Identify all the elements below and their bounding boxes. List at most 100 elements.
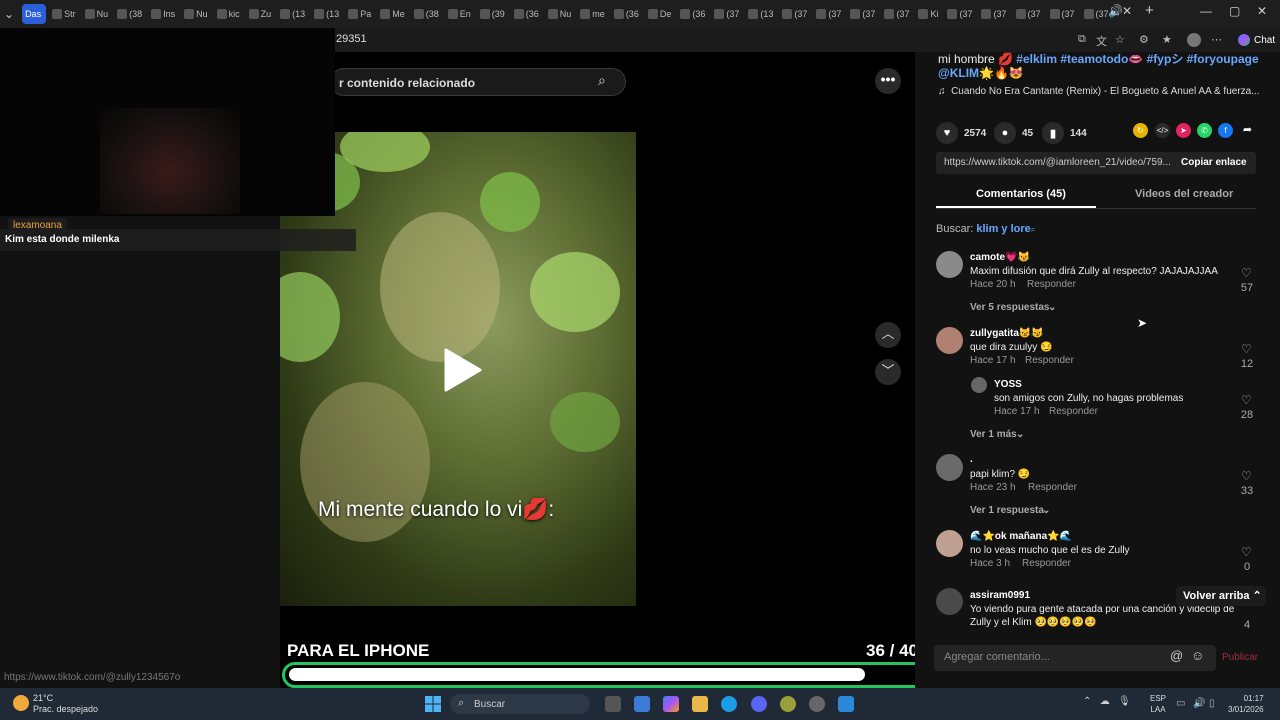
- weather-widget[interactable]: 21°C Prac. despejado: [33, 693, 98, 715]
- store-icon[interactable]: [634, 696, 650, 712]
- speaker-icon[interactable]: 🔊: [1108, 4, 1123, 18]
- browser-tab[interactable]: (13: [311, 4, 342, 24]
- browser-tab[interactable]: (37: [813, 4, 844, 24]
- publish-button[interactable]: Publicar: [1222, 652, 1258, 663]
- browser-tab[interactable]: (13: [745, 4, 776, 24]
- more-options-button[interactable]: •••: [875, 68, 901, 94]
- browser-tab[interactable]: (38: [411, 4, 442, 24]
- reply-button[interactable]: Responder: [1049, 406, 1098, 417]
- close-window-icon[interactable]: ✕: [1257, 4, 1267, 18]
- url-text[interactable]: 29351: [336, 33, 367, 45]
- task-view-icon[interactable]: [605, 696, 621, 712]
- mention[interactable]: @KLIM🌟🔥😻: [938, 66, 1024, 80]
- comment-author[interactable]: camote💗😼: [970, 252, 1030, 263]
- close-tab-icon[interactable]: ✕: [1122, 4, 1132, 18]
- browser-tab[interactable]: (37: [978, 4, 1009, 24]
- avatar[interactable]: [971, 377, 987, 393]
- browser-tab[interactable]: Ki: [915, 4, 941, 24]
- search-icon[interactable]: ⌕: [598, 72, 618, 92]
- clock[interactable]: 01:17 3/01/2026: [1228, 693, 1264, 715]
- browser-tab[interactable]: me: [577, 4, 608, 24]
- discord-icon[interactable]: [751, 696, 767, 712]
- tab-list-icon[interactable]: ⌄: [4, 7, 14, 21]
- extensions-icon[interactable]: ⚙: [1139, 33, 1149, 46]
- view-more-button[interactable]: Ver 1 más: [970, 429, 1017, 440]
- send-icon[interactable]: ➤: [1176, 123, 1191, 138]
- browser-tab[interactable]: (37: [1047, 4, 1078, 24]
- browser-tab[interactable]: Nu: [82, 4, 112, 24]
- avatar[interactable]: [936, 530, 963, 557]
- weather-icon[interactable]: [13, 695, 29, 711]
- comment-author[interactable]: zullygatita😼😼: [970, 328, 1044, 339]
- browser-tab[interactable]: Nu: [545, 4, 575, 24]
- repost-icon[interactable]: ↻: [1133, 123, 1148, 138]
- browser-tab[interactable]: (13: [277, 4, 308, 24]
- copilot-icon[interactable]: [663, 696, 679, 712]
- file-explorer-icon[interactable]: [692, 696, 708, 712]
- music-info[interactable]: ♫ Cuando No Era Cantante (Remix) - El Bo…: [938, 86, 1263, 97]
- browser-tab[interactable]: kic: [214, 4, 243, 24]
- comment-author[interactable]: .: [970, 454, 973, 465]
- comment-stat[interactable]: ● 45: [994, 122, 1033, 144]
- comment-author[interactable]: YOSS: [994, 379, 1022, 390]
- browser-tab[interactable]: (37: [1013, 4, 1044, 24]
- copilot-chat-button[interactable]: Chat: [1232, 31, 1280, 49]
- new-tab-icon[interactable]: +: [1145, 2, 1154, 19]
- copy-link-button[interactable]: Copiar enlace: [1181, 157, 1247, 168]
- browser-tab[interactable]: Str: [49, 4, 79, 24]
- network-icon[interactable]: ▭: [1176, 698, 1185, 709]
- save-stat[interactable]: ▮ 144: [1042, 122, 1087, 144]
- browser-tab[interactable]: Me: [377, 4, 408, 24]
- comment-author[interactable]: assiram0991: [970, 590, 1030, 601]
- favorite-star-icon[interactable]: ☆: [1115, 33, 1125, 46]
- volume-icon[interactable]: 🔊: [1193, 698, 1205, 709]
- search-term[interactable]: klim y lore: [976, 223, 1030, 235]
- hashtags[interactable]: #elklim #teamotodo👄 #fypシ #foryoupage: [1016, 52, 1258, 66]
- browser-tab[interactable]: (36: [611, 4, 642, 24]
- open-app-icon[interactable]: ⧉: [1078, 33, 1086, 46]
- windows-start-icon[interactable]: [425, 696, 441, 712]
- related-search-input[interactable]: r contenido relacionado: [330, 68, 626, 96]
- comment-author[interactable]: 🌊⭐ok mañana⭐🌊: [970, 531, 1072, 542]
- browser-tab[interactable]: (37: [847, 4, 878, 24]
- next-video-button[interactable]: ﹀: [875, 359, 901, 385]
- browser-tab[interactable]: En: [445, 4, 474, 24]
- embed-icon[interactable]: </>: [1155, 123, 1170, 138]
- back-to-top-button[interactable]: Volver arriba ⌃: [1176, 586, 1266, 606]
- mention-icon[interactable]: @: [1170, 648, 1183, 663]
- battery-icon[interactable]: ▯: [1209, 698, 1215, 709]
- obs-icon[interactable]: [809, 696, 825, 712]
- browser-tab[interactable]: (37: [881, 4, 912, 24]
- reply-button[interactable]: Responder: [1022, 558, 1071, 569]
- heart-icon[interactable]: ♡: [1241, 342, 1252, 356]
- browser-tab[interactable]: (36: [511, 4, 542, 24]
- maximize-icon[interactable]: ▢: [1229, 4, 1240, 18]
- app-icon[interactable]: [780, 696, 796, 712]
- profile-avatar[interactable]: [1187, 33, 1201, 47]
- avatar[interactable]: [936, 454, 963, 481]
- avatar[interactable]: [936, 327, 963, 354]
- tab-comments[interactable]: Comentarios (45): [976, 188, 1066, 200]
- taskbar-search[interactable]: ⌕ Buscar: [450, 694, 590, 714]
- browser-tab[interactable]: Zu: [246, 4, 275, 24]
- browser-tab[interactable]: (37: [944, 4, 975, 24]
- minimize-icon[interactable]: —: [1200, 4, 1212, 18]
- heart-icon[interactable]: ♡: [1241, 469, 1252, 483]
- browser-tab[interactable]: De: [645, 4, 675, 24]
- share-icon[interactable]: ➦: [1240, 123, 1255, 138]
- comment-search[interactable]: Buscar: klim y lore⌕: [936, 223, 1035, 235]
- whatsapp-icon[interactable]: ✆: [1197, 123, 1212, 138]
- tab-creator-videos[interactable]: Videos del creador: [1135, 188, 1233, 200]
- browser-tab[interactable]: Ins: [148, 4, 178, 24]
- reply-button[interactable]: Responder: [1028, 482, 1077, 493]
- avatar[interactable]: [936, 588, 963, 615]
- heart-icon[interactable]: ♡: [1241, 393, 1252, 407]
- previous-video-button[interactable]: ︿: [875, 322, 901, 348]
- like-stat[interactable]: ♥ 2574: [936, 122, 986, 144]
- browser-tab[interactable]: Das: [22, 4, 47, 24]
- system-tray[interactable]: ⌃ ☁ 🎙: [1083, 696, 1131, 707]
- view-replies-button[interactable]: Ver 5 respuestas: [970, 302, 1050, 313]
- play-icon[interactable]: [442, 348, 482, 392]
- emoji-icon[interactable]: ☺: [1191, 648, 1204, 663]
- browser-tab[interactable]: (37: [711, 4, 742, 24]
